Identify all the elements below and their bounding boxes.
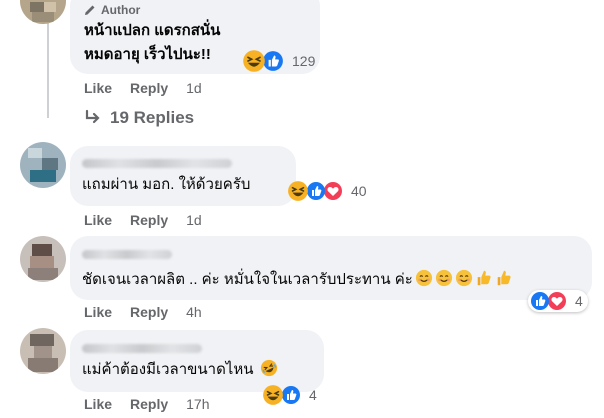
like-button[interactable]: Like <box>84 304 112 320</box>
comment-text: หมดอายุ เร็วไปนะ!! <box>84 46 211 63</box>
like-button[interactable]: Like <box>84 80 112 96</box>
comment-actions: Like Reply 1d <box>84 212 202 228</box>
view-replies-link[interactable]: 19 Replies <box>84 108 194 128</box>
reaction-count: 129 <box>292 53 316 69</box>
haha-reaction-icon <box>287 180 309 202</box>
haha-reaction-icon <box>242 49 266 73</box>
commenter-name[interactable] <box>82 159 232 168</box>
comment-text: แม่ค้าต้องมีเวลาขนาดไหน <box>82 359 278 381</box>
reply-button[interactable]: Reply <box>130 212 168 228</box>
like-button[interactable]: Like <box>84 212 112 228</box>
timestamp[interactable]: 4h <box>186 304 202 320</box>
pencil-icon <box>85 5 95 15</box>
comment-actions: Like Reply 4h <box>84 304 202 320</box>
love-reaction-icon <box>547 291 567 311</box>
rofl-emoji-icon <box>260 359 278 377</box>
comment-bubble: แม่ค้าต้องมีเวลาขนาดไหน <box>70 330 324 392</box>
comment-text: แถมผ่าน มอก. ให้ด้วยครับ <box>82 176 251 193</box>
thumbs-up-emoji-icon <box>495 269 513 287</box>
reaction-count: 4 <box>309 387 317 403</box>
reaction-summary[interactable]: 40 <box>287 180 367 202</box>
reply-button[interactable]: Reply <box>130 80 168 96</box>
reply-button[interactable]: Reply <box>130 396 168 412</box>
author-badge-label: Author <box>101 3 141 17</box>
reaction-summary[interactable]: 4 <box>262 384 317 406</box>
avatar[interactable] <box>20 236 66 282</box>
reply-arrow-icon <box>85 109 100 124</box>
view-replies-label: 19 Replies <box>110 108 195 127</box>
timestamp[interactable]: 1d <box>186 212 202 228</box>
like-reaction-icon <box>530 291 550 311</box>
thumbs-up-emoji-icon <box>475 269 493 287</box>
comment-bubble: แถมผ่าน มอก. ให้ด้วยครับ <box>70 146 296 206</box>
love-reaction-icon <box>323 181 343 201</box>
like-reaction-icon <box>306 181 326 201</box>
comment-actions: Like Reply 1d <box>84 80 202 96</box>
commenter-name[interactable] <box>82 250 172 259</box>
smile-emoji-icon <box>415 269 433 287</box>
author-badge: Author <box>84 3 140 17</box>
comment-text: หน้าแปลก แดรกสนั่น <box>84 22 221 39</box>
like-reaction-icon <box>281 385 301 405</box>
reply-button[interactable]: Reply <box>130 304 168 320</box>
smile-emoji-icon <box>455 269 473 287</box>
timestamp[interactable]: 1d <box>186 80 202 96</box>
haha-reaction-icon <box>262 384 284 406</box>
smile-emoji-icon <box>435 269 453 287</box>
comment-actions: Like Reply 17h <box>84 396 210 412</box>
avatar[interactable] <box>20 0 66 24</box>
reaction-count: 4 <box>575 293 583 309</box>
like-button[interactable]: Like <box>84 396 112 412</box>
timestamp[interactable]: 17h <box>186 396 209 412</box>
comment-bubble: ชัดเจนเวลาผลิต .. ค่ะ หมั่นใจในเวลารับปร… <box>70 236 592 300</box>
reaction-summary[interactable]: 4 <box>528 290 588 312</box>
comment-text: ชัดเจนเวลาผลิต .. ค่ะ หมั่นใจในเวลารับปร… <box>82 269 513 291</box>
avatar[interactable] <box>20 328 66 374</box>
commenter-name[interactable] <box>82 344 202 353</box>
avatar[interactable] <box>20 142 66 188</box>
reaction-summary[interactable]: 129 <box>242 50 315 72</box>
reaction-count: 40 <box>351 183 367 199</box>
